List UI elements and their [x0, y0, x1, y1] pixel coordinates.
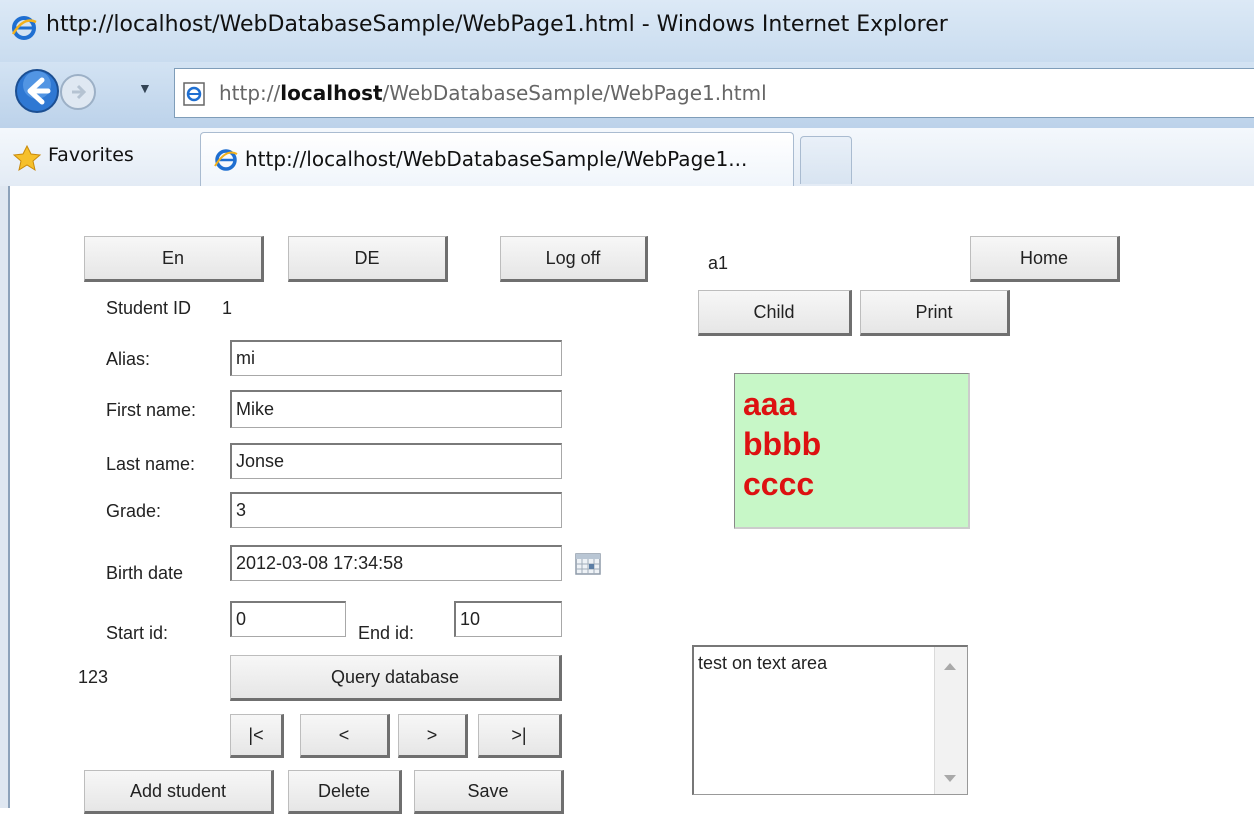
- previous-record-button[interactable]: <: [300, 714, 390, 758]
- first-name-field[interactable]: [230, 390, 562, 428]
- notes-textarea[interactable]: test on text area: [692, 645, 968, 795]
- query-database-button[interactable]: Query database: [230, 655, 562, 701]
- tab-webpage1[interactable]: http://localhost/WebDatabaseSample/WebPa…: [200, 132, 794, 186]
- forward-arrow-icon: [60, 74, 96, 110]
- last-name-field[interactable]: [230, 443, 562, 479]
- internet-explorer-icon: [10, 14, 38, 47]
- child-button[interactable]: Child: [698, 290, 852, 336]
- window-titlebar: http://localhost/WebDatabaseSample/WebPa…: [0, 0, 1254, 62]
- tab-label: http://localhost/WebDatabaseSample/WebPa…: [245, 147, 748, 171]
- window-left-edge: [0, 186, 8, 808]
- last-record-button[interactable]: >|: [478, 714, 562, 758]
- address-bar[interactable]: http://localhost/WebDatabaseSample/WebPa…: [174, 68, 1254, 118]
- start-id-field[interactable]: [230, 601, 346, 637]
- student-id-label: Student ID: [106, 298, 192, 318]
- alias-label: Alias:: [106, 349, 151, 369]
- textarea-scrollbar[interactable]: [934, 647, 967, 794]
- user-label: a1: [708, 253, 729, 273]
- calendar-icon[interactable]: [575, 553, 601, 580]
- birth-date-field[interactable]: [230, 545, 562, 581]
- first-record-button[interactable]: |<: [230, 714, 284, 758]
- save-button[interactable]: Save: [414, 770, 564, 814]
- url-host: localhost: [280, 81, 383, 105]
- first-name-label: First name:: [106, 400, 197, 420]
- internet-explorer-icon: [213, 147, 239, 178]
- home-button[interactable]: Home: [970, 236, 1120, 282]
- de-button[interactable]: DE: [288, 236, 448, 282]
- student-id-value: 1: [222, 298, 233, 318]
- grade-field[interactable]: [230, 492, 562, 528]
- scroll-up-icon[interactable]: [944, 663, 956, 670]
- textarea-content[interactable]: test on text area: [698, 653, 827, 674]
- new-tab-button[interactable]: [800, 136, 852, 184]
- list-item[interactable]: bbbb: [743, 424, 968, 464]
- grade-label: Grade:: [106, 501, 162, 521]
- page-icon: [181, 81, 207, 112]
- alias-field[interactable]: [230, 340, 562, 376]
- recent-pages-dropdown-icon[interactable]: ▼: [138, 80, 152, 96]
- logoff-button[interactable]: Log off: [500, 236, 648, 282]
- next-record-button[interactable]: >: [398, 714, 468, 758]
- print-button[interactable]: Print: [860, 290, 1010, 336]
- window-title: http://localhost/WebDatabaseSample/WebPa…: [46, 12, 948, 37]
- favorites-button[interactable]: Favorites: [48, 144, 134, 166]
- back-button[interactable]: [14, 68, 60, 119]
- list-item[interactable]: aaa: [743, 384, 968, 424]
- end-id-field[interactable]: [454, 601, 562, 637]
- forward-button[interactable]: [58, 72, 132, 117]
- birth-date-label: Birth date: [106, 563, 184, 583]
- url-path: /WebDatabaseSample/WebPage1.html: [382, 81, 767, 105]
- end-id-label: End id:: [358, 623, 415, 643]
- last-name-label: Last name:: [106, 454, 196, 474]
- add-student-button[interactable]: Add student: [84, 770, 274, 814]
- address-url: http://localhost/WebDatabaseSample/WebPa…: [219, 81, 767, 105]
- back-arrow-icon: [15, 69, 59, 113]
- en-button[interactable]: En: [84, 236, 264, 282]
- navigation-bar: ▼ http://localhost/WebDatabaseSample/Web…: [0, 62, 1254, 128]
- record-count-label: 123: [78, 667, 109, 687]
- list-item[interactable]: cccc: [743, 464, 968, 504]
- item-list-box[interactable]: aaa bbbb cccc: [734, 373, 970, 529]
- scroll-down-icon[interactable]: [944, 775, 956, 782]
- favorites-star-icon[interactable]: [12, 144, 42, 177]
- start-id-label: Start id:: [106, 623, 169, 643]
- favorites-bar: Favorites http://localhost/WebDatabaseSa…: [0, 128, 1254, 187]
- url-prefix: http://: [219, 81, 281, 105]
- delete-button[interactable]: Delete: [288, 770, 402, 814]
